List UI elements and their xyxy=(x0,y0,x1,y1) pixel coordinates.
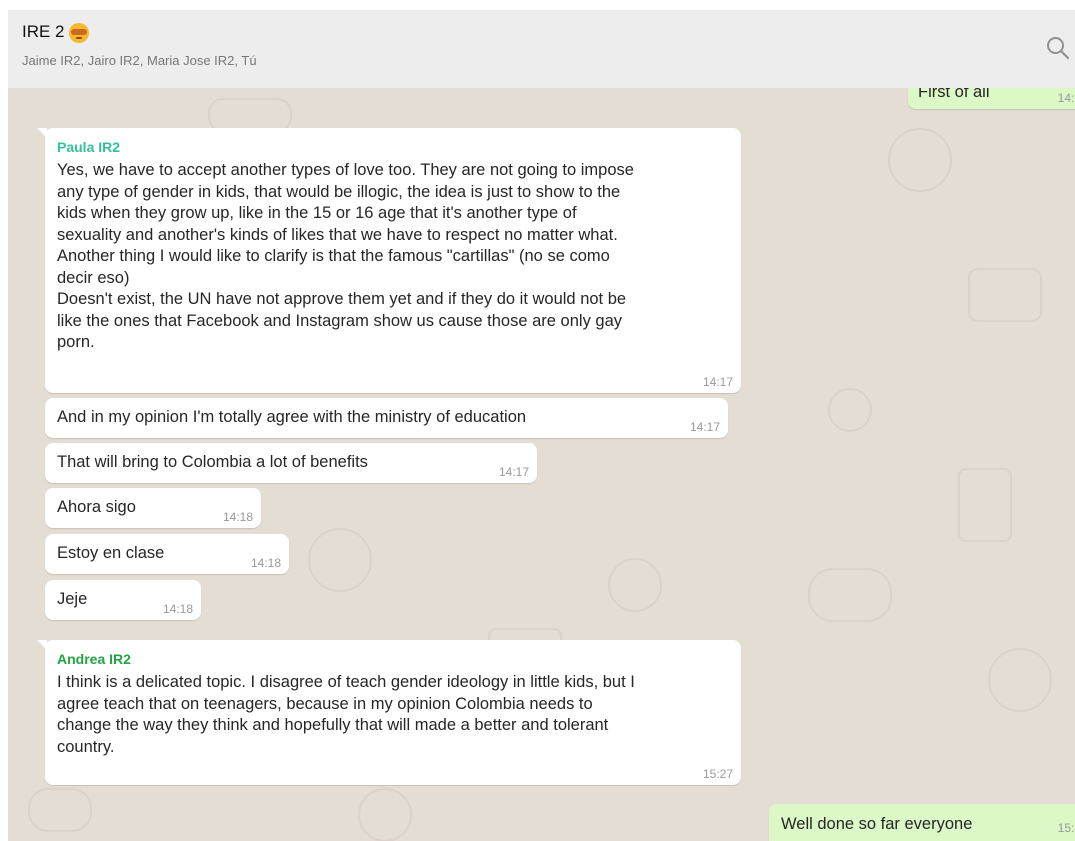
sender-name: Andrea IR2 xyxy=(57,651,131,667)
incoming-message[interactable]: Andrea IR2 I think is a delicated topic.… xyxy=(37,640,741,785)
chat-area[interactable]: First of all 14:0 Paula IR2 Yes, we have… xyxy=(8,88,1075,841)
outgoing-message[interactable]: First of all 14:0 xyxy=(908,88,1075,109)
message-text: Yes, we have to accept another types of … xyxy=(57,161,634,351)
doodle-pattern xyxy=(308,528,372,592)
message-text: Ahora sigo xyxy=(57,498,136,516)
incoming-message[interactable]: And in my opinion I'm totally agree with… xyxy=(45,398,728,438)
doodle-pattern xyxy=(968,268,1042,322)
message-text: First of all xyxy=(918,88,990,101)
incoming-message[interactable]: Jeje 14:18 xyxy=(45,580,201,620)
incoming-message[interactable]: That will bring to Colombia a lot of ben… xyxy=(45,443,537,483)
message-time: 14:18 xyxy=(162,602,193,616)
incoming-message[interactable]: Ahora sigo 14:18 xyxy=(45,488,261,528)
incoming-message[interactable]: Paula IR2 Yes, we have to accept another… xyxy=(37,128,741,393)
doodle-pattern xyxy=(208,98,292,132)
bubble-tail xyxy=(37,640,47,650)
message-time: 14:18 xyxy=(250,556,281,570)
message-text: Estoy en clase xyxy=(57,544,165,562)
message-time: 14:17 xyxy=(689,420,720,434)
message-text: I think is a delicated topic. I disagree… xyxy=(57,673,635,756)
nerd-face-emoji-icon xyxy=(68,23,89,43)
chat-header[interactable]: IRE 2 Jaime IR2, Jairo IR2, Maria Jose I… xyxy=(8,10,1075,88)
doodle-pattern xyxy=(958,468,1012,542)
message-time: 14:18 xyxy=(222,510,253,524)
doodle-pattern xyxy=(608,558,662,612)
message-text: Well done so far everyone xyxy=(781,815,973,833)
outgoing-message[interactable]: Well done so far everyone 15:4 xyxy=(769,804,1075,841)
chat-title-row: IRE 2 xyxy=(22,22,89,43)
message-time: 14:0 xyxy=(1057,91,1075,105)
doodle-pattern xyxy=(358,788,412,841)
message-text: Jeje xyxy=(57,590,88,608)
message-time: 14:17 xyxy=(498,465,529,479)
search-icon[interactable] xyxy=(1045,35,1071,61)
doodle-pattern xyxy=(28,788,92,832)
message-time: 15:4 xyxy=(1057,821,1075,835)
sender-name: Paula IR2 xyxy=(57,139,121,155)
message-time: 14:17 xyxy=(702,375,733,389)
bubble-tail xyxy=(37,128,47,138)
doodle-pattern xyxy=(808,568,892,622)
doodle-pattern xyxy=(888,128,952,192)
incoming-message[interactable]: Estoy en clase 14:18 xyxy=(45,534,289,574)
chat-title: IRE 2 xyxy=(22,22,65,41)
message-text: That will bring to Colombia a lot of ben… xyxy=(57,453,368,471)
message-time: 15:27 xyxy=(702,767,733,781)
doodle-pattern xyxy=(988,648,1052,712)
message-text: And in my opinion I'm totally agree with… xyxy=(57,408,527,426)
doodle-pattern xyxy=(828,388,872,432)
participants-list: Jaime IR2, Jairo IR2, Maria Jose IR2, Tú xyxy=(22,53,257,68)
